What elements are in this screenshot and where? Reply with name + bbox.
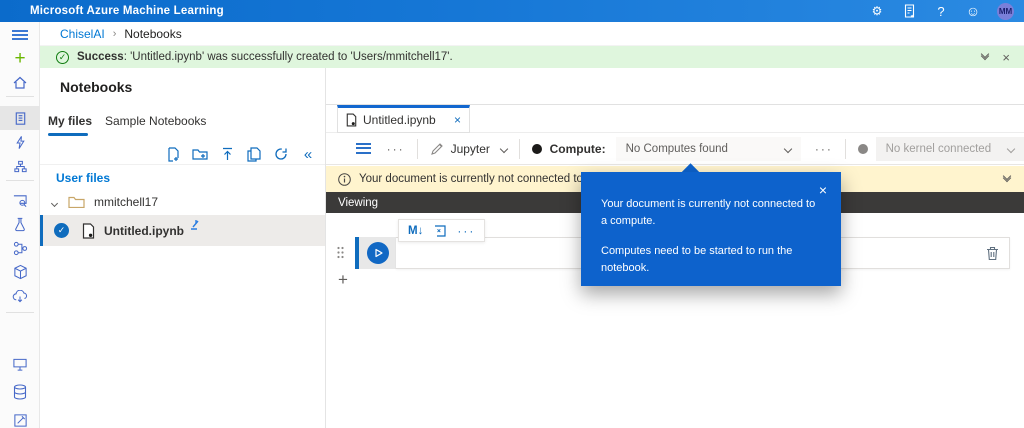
compute-status-dot — [532, 144, 542, 154]
add-cell-button[interactable]: + — [338, 270, 348, 290]
kernel-language-dropdown[interactable]: Jupyter — [430, 142, 507, 156]
topbar-actions: ⚙ ? ☺ MM — [869, 3, 1024, 20]
tree-row-file-selected[interactable]: ✓ Untitled.ipynb — [40, 215, 325, 246]
breadcrumb-workspace-link[interactable]: ChiselAI — [60, 27, 105, 41]
collapse-panel-icon[interactable]: « — [299, 145, 317, 163]
chevron-down-icon — [784, 144, 792, 152]
compute-dropdown-value: No Computes found — [626, 143, 728, 155]
page-title: Notebooks — [60, 79, 132, 95]
trash-icon[interactable] — [986, 246, 999, 261]
automated-ml-icon[interactable] — [0, 130, 40, 154]
azure-ml-app: Microsoft Azure Machine Learning ⚙ ? ☺ M… — [0, 0, 1024, 428]
models-icon[interactable] — [0, 260, 40, 284]
menu-icon[interactable] — [0, 23, 40, 47]
compute-more-icon[interactable]: ··· — [815, 142, 833, 156]
kernel-language-label: Jupyter — [451, 142, 490, 156]
outline-menu-icon[interactable] — [356, 143, 371, 154]
notebooks-icon[interactable] — [0, 106, 40, 130]
home-icon[interactable] — [0, 70, 40, 94]
compute-dropdown[interactable]: No Computes found — [616, 137, 801, 161]
notebook-tab-title: Untitled.ipynb — [363, 113, 436, 127]
success-text: Success: 'Untitled.ipynb' was successful… — [77, 51, 453, 63]
folder-icon — [68, 196, 85, 208]
tooltip-close-icon[interactable]: × — [819, 180, 827, 202]
divider — [417, 139, 418, 159]
chevron-down-icon[interactable] — [52, 195, 57, 209]
folder-name: mmitchell17 — [94, 195, 158, 209]
file-name: Untitled.ipynb — [104, 224, 184, 238]
drag-handle-icon[interactable] — [336, 246, 345, 259]
experiments-icon[interactable] — [0, 212, 40, 236]
cell-gutter — [359, 237, 396, 269]
active-tab-indicator — [48, 133, 88, 136]
designer-icon[interactable] — [0, 154, 40, 178]
help-icon[interactable]: ? — [933, 3, 949, 19]
success-check-icon: ✓ — [56, 51, 69, 64]
kernel-dropdown-value: No kernel connected — [886, 143, 991, 155]
info-icon — [338, 173, 351, 186]
tab-sample-notebooks[interactable]: Sample Notebooks — [105, 114, 206, 128]
banner-expand-icon[interactable] — [982, 55, 988, 59]
file-toolbar: « — [40, 142, 317, 166]
app-title: Microsoft Azure Machine Learning — [30, 5, 224, 17]
breadcrumb-separator: › — [113, 28, 117, 40]
success-title: Success — [77, 51, 124, 63]
jobs-icon[interactable] — [0, 188, 40, 212]
duplicate-icon[interactable] — [245, 145, 263, 163]
divider — [40, 164, 325, 165]
data-icon[interactable] — [0, 380, 40, 404]
breadcrumb-current-page: Notebooks — [124, 27, 181, 41]
left-nav-rail: + — [0, 22, 40, 428]
notifications-icon[interactable] — [901, 3, 917, 19]
notebook-tab[interactable]: Untitled.ipynb × — [337, 105, 470, 133]
avatar[interactable]: MM — [997, 3, 1014, 20]
compute-icon[interactable] — [0, 352, 40, 376]
run-cell-button[interactable] — [367, 242, 389, 264]
cell-more-icon[interactable]: ··· — [457, 224, 475, 238]
pencil-icon — [430, 142, 444, 156]
notebook-file-icon — [82, 223, 95, 239]
breadcrumb: ChiselAI › Notebooks — [40, 22, 1024, 46]
success-message: : 'Untitled.ipynb' was successfully crea… — [124, 51, 453, 63]
refresh-icon[interactable] — [272, 145, 290, 163]
edit-indicator-icon — [186, 219, 200, 231]
new-file-icon[interactable] — [164, 145, 182, 163]
divider — [845, 139, 846, 159]
success-banner: ✓ Success: 'Untitled.ipynb' was successf… — [40, 46, 1024, 68]
labeling-icon[interactable] — [0, 408, 40, 428]
chevron-down-icon — [1007, 144, 1015, 152]
chevron-down-icon — [500, 144, 508, 152]
markdown-icon[interactable]: M↓ — [408, 225, 423, 237]
notebook-file-icon — [346, 113, 357, 127]
compute-tooltip: × Your document is currently not connect… — [581, 172, 841, 286]
kernel-dropdown[interactable]: No kernel connected — [876, 137, 1024, 161]
more-icon[interactable]: ··· — [387, 142, 405, 156]
convert-cell-icon[interactable] — [433, 224, 447, 238]
tooltip-line2: Computes need to be started to run the n… — [601, 243, 823, 277]
user-files-label: User files — [56, 171, 110, 185]
cell-toolbar: M↓ ··· — [398, 219, 485, 242]
warning-expand-icon[interactable] — [1004, 177, 1024, 181]
tree-row-folder[interactable]: mmitchell17 — [40, 189, 325, 215]
endpoints-icon[interactable] — [0, 284, 40, 308]
file-browser-panel: Notebooks My files Sample Notebooks « Us… — [40, 68, 326, 428]
tab-close-icon[interactable]: × — [454, 113, 461, 127]
new-folder-icon[interactable] — [191, 145, 209, 163]
gear-icon[interactable]: ⚙ — [869, 3, 885, 19]
top-bar: Microsoft Azure Machine Learning ⚙ ? ☺ M… — [0, 0, 1024, 22]
notebook-toolbar: ··· Jupyter Compute: No Computes found ·… — [326, 133, 1024, 165]
tooltip-line1: Your document is currently not connected… — [601, 196, 823, 230]
compute-label: Compute: — [550, 142, 606, 156]
selected-check-icon: ✓ — [54, 223, 69, 238]
feedback-smiley-icon[interactable]: ☺ — [965, 3, 981, 19]
upload-icon[interactable] — [218, 145, 236, 163]
new-icon[interactable]: + — [0, 46, 40, 70]
divider — [519, 139, 520, 159]
pipelines-icon[interactable] — [0, 236, 40, 260]
viewing-mode-label: Viewing — [338, 197, 378, 209]
tab-my-files[interactable]: My files — [48, 114, 92, 128]
kernel-status-dot — [858, 144, 868, 154]
banner-close-icon[interactable]: × — [1002, 51, 1010, 64]
